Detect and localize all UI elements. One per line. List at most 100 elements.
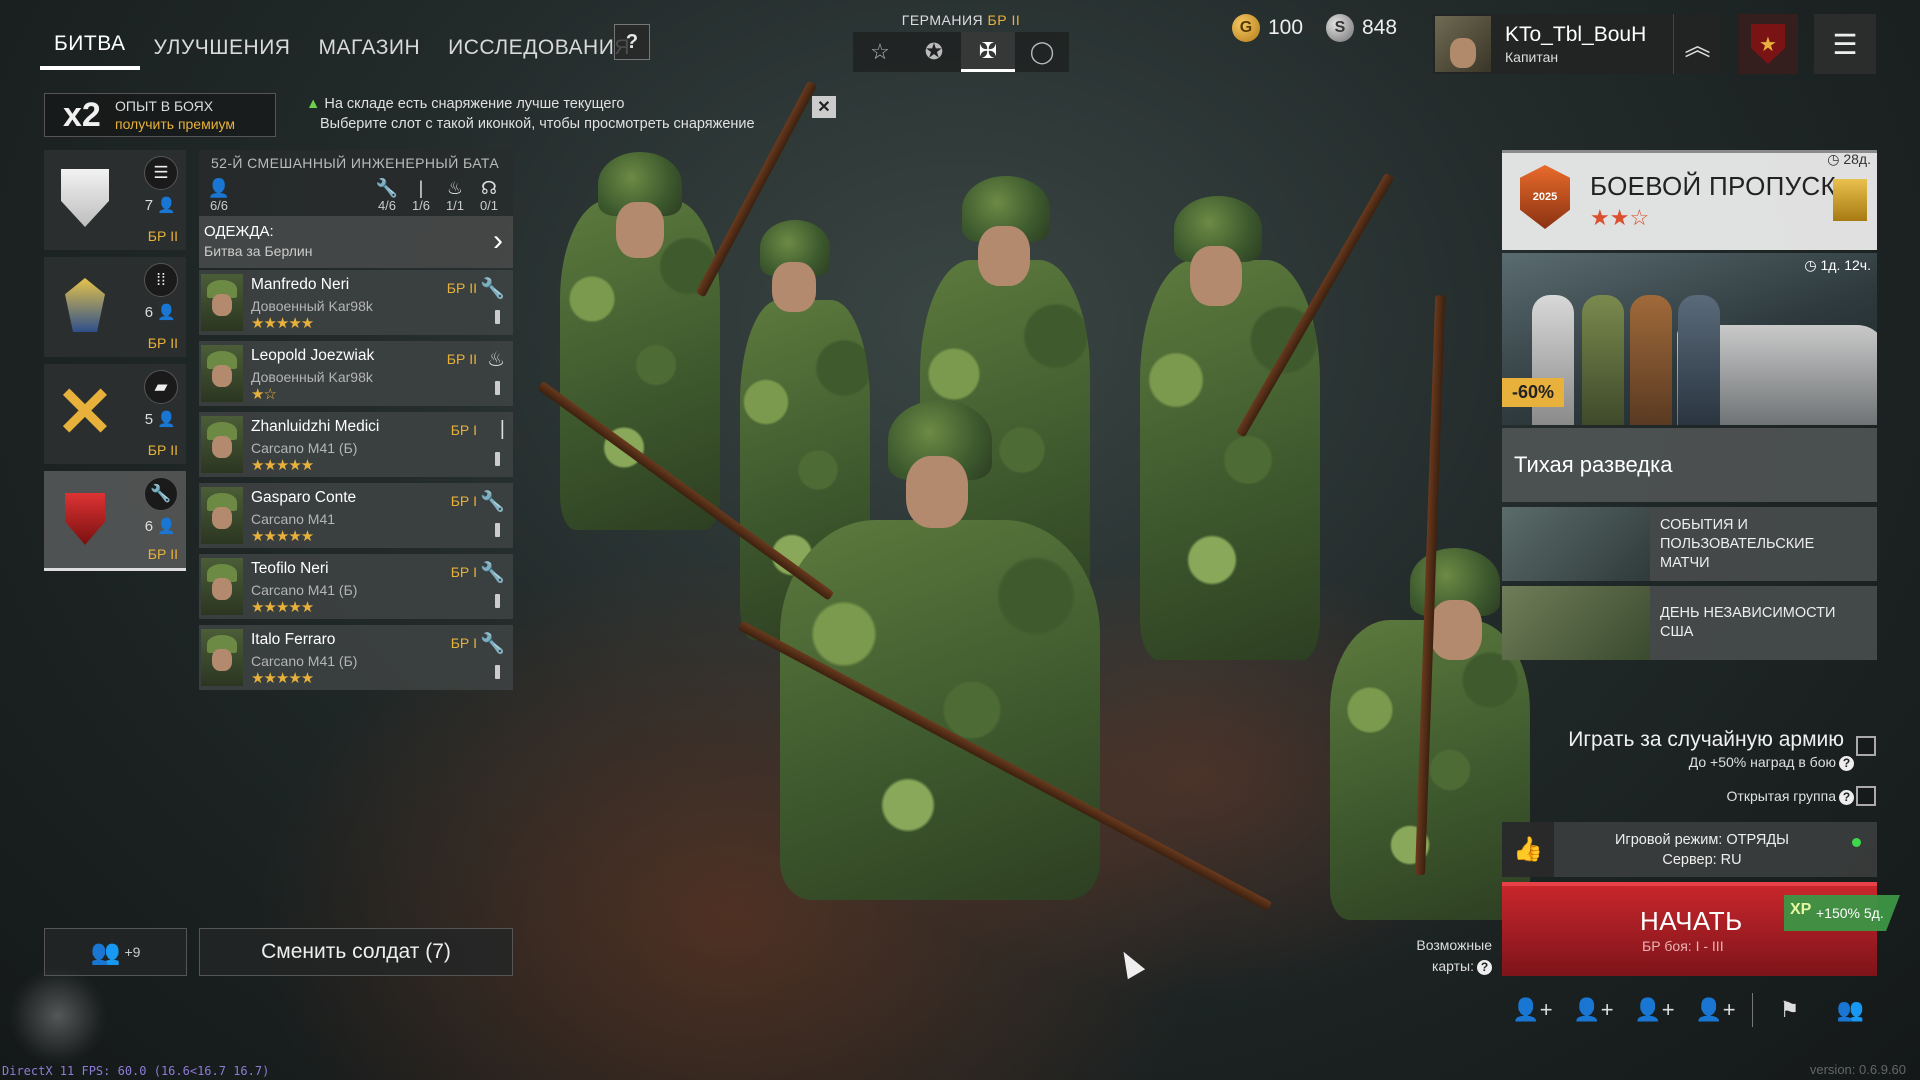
ammo-icon [495,665,500,679]
wrench-icon: 🔧 [144,477,178,511]
soldier-row[interactable]: Leopold Joezwiak Довоенный Kar98k ★☆ БР … [199,341,513,406]
soldier-portrait [201,274,243,331]
silver-amount: 848 [1362,16,1398,39]
tab-shop[interactable]: МАГАЗИН [304,28,434,70]
open-group-checkbox[interactable] [1856,786,1876,806]
squad-br: БР II [147,335,178,351]
fps-counter: DirectX 11 FPS: 60.0 (16.6<16.7 16.7) [2,1064,270,1078]
ammo-icon [495,523,500,537]
change-soldiers-button[interactable]: Сменить солдат (7) [199,928,513,976]
wrench-icon: 🔧 [480,562,505,584]
nation-selector: ГЕРМАНИЯ БР II ☆ ✪ ✠ ◯ [853,12,1069,72]
soldier-br: БР I [450,635,477,651]
soldier-stars: ★☆ [251,386,277,403]
battalion-title: 52-Й СМЕШАННЫЙ ИНЖЕНЕРНЫЙ БАТА [211,155,500,171]
figure-illustration [1582,295,1624,425]
get-premium-link[interactable]: получить премиум [115,115,235,133]
discount-badge: -60% [1502,378,1565,407]
achievements-button[interactable]: ★ [1738,14,1798,74]
add-friend-icon[interactable]: 👤+ [1685,990,1746,1030]
soldier-row[interactable]: Gasparo Conte Carcano M41 ★★★★★ БР I 🔧 [199,483,513,548]
help-icon[interactable]: ? [1477,960,1492,975]
circle-icon[interactable]: ◯ [1015,32,1069,72]
battle-pass-emblem: 2025 [1520,165,1570,229]
soldier-row[interactable]: Teofilo Neri Carcano M41 (Б) ★★★★★ БР I … [199,554,513,619]
ammo-icon: ⁞⁞ [144,263,178,297]
notice-close-button[interactable]: ✕ [812,96,836,118]
add-friend-icon[interactable]: 👤+ [1502,990,1563,1030]
clothing-selector[interactable]: ОДЕЖДА: Битва за Берлин › [199,216,513,268]
figure-illustration [1678,295,1720,425]
wrench-icon: 🔧 [480,491,505,513]
soldier-portrait [201,416,243,473]
menu-button[interactable]: ☰ [1814,14,1876,74]
event-thumbnail [1502,507,1650,581]
clock-icon: ◷ [1827,151,1840,167]
allies-star-icon[interactable]: ✪ [907,32,961,72]
divider [1752,993,1753,1027]
rifle-icon: | [499,418,505,440]
game-mode-selector[interactable]: 👍 Игровой режим: ОТРЯДЫ Сервер: RU [1502,822,1877,877]
clothing-label: ОДЕЖДА: [204,223,274,240]
add-friend-icon[interactable]: 👤+ [1624,990,1685,1030]
soldier-count-stat: 👤 6/6 [205,178,233,213]
help-icon[interactable]: ? [1839,756,1854,771]
soldier-stars: ★★★★★ [251,457,314,474]
soldier-row[interactable]: Zhanluidzhi Medici Carcano M41 (Б) ★★★★★… [199,412,513,477]
star-icon[interactable]: ☆ [853,32,907,72]
help-icon[interactable]: ? [1839,790,1854,805]
offer-banner[interactable]: ◷ 1д. 12ч. -60% [1502,253,1877,425]
notice-line-1: На складе есть снаряжение лучше текущего [324,96,625,112]
squad-card-1[interactable]: ☰ 7 👤 БР II [44,150,186,250]
squad-br: БР II [147,442,178,458]
player-profile[interactable]: KTo_Tbl_BouH Капитан ︽ [1433,14,1721,74]
soldier-row[interactable]: Italo Ferraro Carcano M41 (Б) ★★★★★ БР I… [199,625,513,690]
soldier-row[interactable]: Manfredo Neri Довоенный Kar98k ★★★★★ БР … [199,270,513,335]
random-army-checkbox[interactable] [1856,736,1876,756]
arrow-up-icon: ▲ [306,96,321,112]
soldier-stars: ★★★★★ [251,315,314,332]
soldier-portrait [201,487,243,544]
random-army-label: Играть за случайную армию [1568,728,1844,751]
add-friend-icon[interactable]: 👤+ [1563,990,1624,1030]
ammo-icon [495,594,500,608]
help-button[interactable]: ? [614,24,650,60]
invite-count: +9 [124,944,141,960]
reward-icon [1833,179,1867,221]
wrench-icon: 🔧 [375,178,399,198]
soldier-portrait [201,345,243,402]
gold-amount: 100 [1268,16,1304,39]
squad-count: 6 👤 [144,518,176,535]
squad-card-3[interactable]: ✕ ▰ 5 👤 БР II [44,364,186,464]
group-icon[interactable]: 👥 [1820,990,1881,1030]
possible-maps[interactable]: Возможные карты:? [1402,935,1492,977]
silver-balance[interactable]: S 848 [1326,14,1397,42]
german-cross-icon[interactable]: ✠ [961,32,1015,72]
soldier-weapon: Carcano M41 (Б) [251,653,358,669]
squad-count: 6 👤 [144,304,176,321]
thumbs-up-icon[interactable]: 👍 [1502,822,1554,877]
flag-icon[interactable]: ⚑ [1759,990,1820,1030]
red-shield-emblem [56,485,114,553]
tab-upgrades[interactable]: УЛУЧШЕНИЯ [140,28,305,70]
squad-card-2[interactable]: ⁞⁞ 6 👤 БР II [44,257,186,357]
mission-card[interactable]: Тихая разведка [1502,428,1877,502]
squad-card-4[interactable]: 🔧 6 👤 БР II [44,471,186,571]
gold-balance[interactable]: G 100 [1232,14,1303,42]
boost-text: +150% 5д. [1816,905,1884,921]
events-custom-matches-card[interactable]: СОБЫТИЯ И ПОЛЬЗОВАТЕЛЬСКИЕ МАТЧИ [1502,507,1877,581]
tab-battle[interactable]: БИТВА [40,24,140,70]
clothing-value: Битва за Берлин [204,243,313,259]
soldier-br: БР I [450,493,477,509]
squad-count: 5 👤 [144,411,176,428]
tank-icon: ▰ [144,370,178,404]
squad-br: БР II [147,228,178,244]
soldier-portrait [201,629,243,686]
battle-br-range: БР боя: I - III [1642,938,1724,954]
xp-bonus-panel[interactable]: x2 ОПЫТ В БОЯХ получить премиум [44,93,276,137]
game-mode-text: Игровой режим: ОТРЯДЫ [1615,832,1789,848]
independence-day-event-card[interactable]: ДЕНЬ НЕЗАВИСИМОСТИ США [1502,586,1877,660]
medal-star-icon: ★ [1751,24,1785,64]
tab-research[interactable]: ИССЛЕДОВАНИЯ [434,28,644,70]
battle-pass-header[interactable]: 2025 БОЕВОЙ ПРОПУСК ★★☆ ◷ 28д. [1502,150,1877,250]
